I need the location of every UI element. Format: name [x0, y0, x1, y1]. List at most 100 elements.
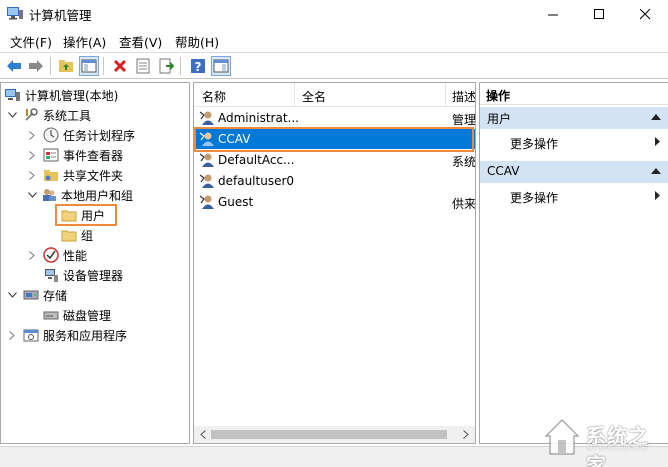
services-icon [23, 327, 39, 343]
actions-section-ccav[interactable]: CCAV [480, 161, 668, 183]
tree-item-task-scheduler[interactable]: 任务计划程序 [27, 125, 135, 145]
list-item[interactable]: DefaultAcc... 系统 [194, 150, 476, 170]
chevron-down-icon[interactable] [7, 290, 17, 300]
shared-folder-icon [43, 167, 59, 183]
tree-label: 磁盘管理 [63, 308, 112, 323]
chevron-right-icon[interactable] [27, 170, 37, 180]
scroll-left-icon[interactable] [197, 429, 209, 440]
user-icon [199, 195, 214, 209]
actions-pane: 操作 用户 更多操作 CCAV 更多操作 [479, 82, 668, 444]
menu-action[interactable]: 操作(A) [63, 32, 106, 51]
chevron-right-icon[interactable] [7, 330, 17, 340]
tree-item-disk-management[interactable]: 磁盘管理 [43, 305, 111, 325]
storage-icon [23, 287, 39, 303]
chevron-right-icon[interactable] [27, 130, 37, 140]
tree-item-root[interactable]: 计算机管理(本地) [5, 85, 118, 105]
maximize-icon [593, 8, 604, 19]
delete-button[interactable] [110, 56, 130, 76]
column-header-fullname[interactable]: 全名 [302, 88, 326, 105]
actions-section-users[interactable]: 用户 [480, 107, 668, 129]
chevron-down-icon[interactable] [27, 190, 37, 200]
tree-item-device-manager[interactable]: 设备管理器 [43, 265, 123, 285]
list-item[interactable]: Guest 供来 [194, 192, 476, 212]
section-label: 用户 [487, 112, 512, 126]
event-viewer-icon [43, 147, 59, 163]
tree-item-users[interactable]: 用户 [61, 205, 105, 225]
menu-view[interactable]: 查看(V) [119, 32, 162, 51]
back-arrow-icon [7, 60, 21, 72]
menu-file[interactable]: 文件(F) [10, 32, 52, 51]
toolbar: ? [0, 52, 668, 79]
user-description: 供来 [452, 197, 476, 211]
show-hide-console-tree-button[interactable] [79, 56, 99, 76]
chevron-right-icon[interactable] [27, 250, 37, 260]
show-hide-action-pane-button[interactable] [211, 56, 231, 76]
forward-button[interactable] [26, 56, 46, 76]
title-bar: 计算机管理 [0, 0, 668, 28]
list-item[interactable]: Administrat... 管理 [194, 108, 476, 128]
minimize-icon [547, 14, 558, 15]
forward-arrow-icon [29, 60, 43, 72]
scroll-right-icon[interactable] [460, 429, 472, 440]
list-item[interactable]: defaultuser0 [194, 171, 475, 191]
tree-item-event-viewer[interactable]: 事件查看器 [27, 145, 123, 165]
horizontal-scrollbar[interactable] [194, 426, 475, 443]
properties-button[interactable] [133, 56, 153, 76]
collapse-up-icon[interactable] [651, 114, 661, 120]
tree-label: 用户 [81, 208, 106, 223]
folder-up-icon [59, 60, 73, 72]
minimize-button[interactable] [530, 0, 576, 28]
more-actions-item[interactable]: 更多操作 [480, 132, 668, 152]
tree-item-shared-folders[interactable]: 共享文件夹 [27, 165, 123, 185]
computer-management-icon [5, 87, 21, 103]
console-tree-icon [81, 59, 97, 73]
tree-item-system-tools[interactable]: 系统工具 [7, 105, 91, 125]
performance-icon [43, 247, 59, 263]
section-label: CCAV [487, 164, 520, 178]
more-actions-label: 更多操作 [510, 191, 559, 205]
export-list-button[interactable] [156, 56, 176, 76]
back-button[interactable] [4, 56, 24, 76]
tree-label: 共享文件夹 [63, 168, 124, 183]
chevron-right-icon[interactable] [27, 150, 37, 160]
user-name: DefaultAcc... [218, 153, 295, 167]
menu-help[interactable]: 帮助(H) [175, 32, 219, 51]
user-list-pane: 名称 全名 描述 Administrat... 管理 CCAV DefaultA… [193, 82, 476, 444]
column-header-description[interactable]: 描述 [452, 88, 475, 105]
tree-label: 计算机管理(本地) [25, 88, 119, 103]
column-header-name[interactable]: 名称 [202, 88, 226, 105]
device-manager-icon [43, 267, 59, 283]
tree-label: 任务计划程序 [63, 128, 136, 143]
more-actions-item[interactable]: 更多操作 [480, 186, 668, 206]
help-button[interactable]: ? [188, 56, 208, 76]
close-button[interactable] [622, 0, 668, 28]
window-title: 计算机管理 [29, 8, 92, 23]
watermark-subtext: XITONGZHIJIA.NET [586, 444, 651, 452]
collapse-up-icon[interactable] [651, 168, 661, 174]
folder-icon [61, 207, 77, 223]
menu-bar: 文件(F) 操作(A) 查看(V) 帮助(H) [0, 29, 668, 51]
tree-item-groups[interactable]: 组 [61, 225, 93, 245]
scroll-thumb[interactable] [211, 430, 447, 439]
maximize-button[interactable] [576, 0, 622, 28]
action-pane-icon [213, 59, 229, 73]
tree-label: 服务和应用程序 [43, 328, 128, 343]
tree-label: 系统工具 [43, 108, 92, 123]
tree-item-services-apps[interactable]: 服务和应用程序 [7, 325, 127, 345]
watermark-logo: 系统之家 XITONGZHIJIA.NET [542, 412, 660, 467]
user-description: 系统 [452, 155, 476, 169]
tree-label: 组 [81, 228, 94, 243]
chevron-down-icon[interactable] [7, 110, 17, 120]
computer-management-icon [7, 7, 23, 20]
tree-item-local-users-groups[interactable]: 本地用户和组 [27, 185, 133, 205]
up-level-button[interactable] [56, 56, 76, 76]
user-name: Administrat... [218, 111, 299, 125]
user-description: 管理 [452, 113, 476, 127]
delete-x-icon [113, 59, 127, 73]
properties-icon [136, 58, 150, 74]
tree-item-storage[interactable]: 存储 [7, 285, 67, 305]
export-icon [159, 58, 174, 74]
tree-item-performance[interactable]: 性能 [27, 245, 87, 265]
user-icon [199, 174, 214, 188]
disk-icon [43, 307, 59, 323]
